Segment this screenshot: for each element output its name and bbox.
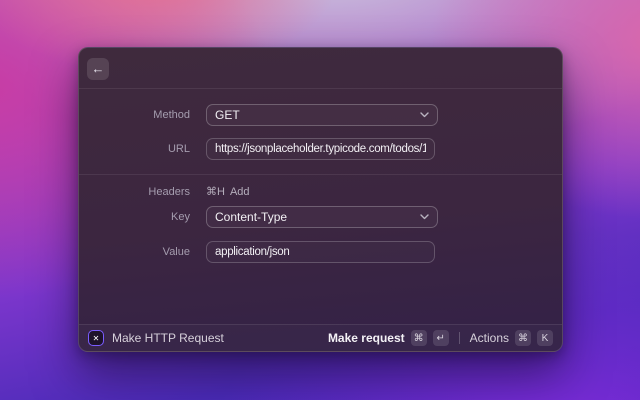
chevron-down-icon xyxy=(420,214,429,220)
section-divider xyxy=(79,174,562,175)
make-request-button[interactable]: Make request xyxy=(328,331,405,345)
header-key-select-value: Content-Type xyxy=(215,210,288,224)
headers-row: Headers ⌘H Add xyxy=(79,184,562,199)
chevron-down-icon xyxy=(420,112,429,118)
footer-separator xyxy=(458,332,460,344)
cmd-key-badge: ⌘ xyxy=(515,330,531,346)
method-select[interactable]: GET xyxy=(206,104,438,126)
actions-button[interactable]: Actions xyxy=(470,331,509,345)
key-label: Key xyxy=(171,211,190,223)
command-title: Make HTTP Request xyxy=(112,331,224,345)
header-value-input[interactable] xyxy=(206,241,435,263)
add-header-shortcut: ⌘H xyxy=(206,186,225,198)
header-key-select[interactable]: Content-Type xyxy=(206,206,438,228)
value-label: Value xyxy=(162,246,190,258)
back-arrow-icon: ← xyxy=(91,61,105,76)
back-button[interactable]: ← xyxy=(87,58,109,80)
method-select-value: GET xyxy=(215,108,240,122)
return-key-badge: ↵ xyxy=(432,330,449,346)
header-value-row: Value xyxy=(79,241,562,263)
window-header: ← xyxy=(79,48,562,89)
raycast-window: ← Method GET URL Headers ⌘H Add Key Cont… xyxy=(78,47,563,352)
footer-bar: ✕ Make HTTP Request Make request ⌘ ↵ Act… xyxy=(79,324,562,351)
url-label: URL xyxy=(167,143,190,155)
desktop: { "header": { "back_glyph": "←" }, "form… xyxy=(0,0,640,400)
extension-icon-glyph: ✕ xyxy=(92,333,100,343)
header-key-row: Key Content-Type xyxy=(79,206,562,228)
headers-label: Headers xyxy=(148,185,190,198)
extension-icon: ✕ xyxy=(88,330,104,346)
add-header-action[interactable]: ⌘H Add xyxy=(206,185,250,199)
cmd-key-badge: ⌘ xyxy=(410,330,427,346)
url-input[interactable] xyxy=(206,138,435,160)
method-label: Method xyxy=(153,109,190,121)
add-header-button[interactable]: Add xyxy=(230,186,250,198)
method-row: Method GET xyxy=(79,104,562,126)
url-row: URL xyxy=(79,138,562,160)
footer-actions: Make request ⌘ ↵ Actions ⌘ K xyxy=(328,330,553,346)
k-key-badge: K xyxy=(537,330,553,346)
